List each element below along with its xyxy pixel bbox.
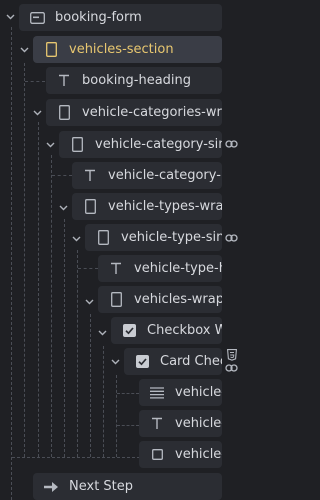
tree-node-vehicle-categories-wrapper[interactable]: vehicle-categories-wrapper (46, 99, 222, 126)
symbol-link-icon (224, 362, 238, 374)
tree-node-vehicles-section[interactable]: vehicles-section (33, 36, 222, 63)
tree-guide-line (12, 457, 140, 458)
tree-guide-line (25, 81, 45, 82)
node-label: booking-form (55, 10, 142, 25)
node-label: vehicle-category-headi (108, 168, 222, 183)
tree-node-vehicle-category-heading[interactable]: vehicle-category-headi (72, 162, 222, 189)
checkbox-icon (121, 323, 137, 339)
tree-node-vehicle-type-heading[interactable]: vehicle-type-headi (98, 255, 222, 282)
node-label: vehicle-category-single-w (95, 137, 222, 152)
tree-node-vehicle-title[interactable]: vehicle-title (139, 410, 222, 437)
div-block-icon (149, 447, 165, 463)
tree-guide-line (116, 375, 117, 457)
tree-guide-line (38, 122, 39, 457)
expand-caret-icon[interactable] (85, 299, 94, 307)
expand-caret-icon[interactable] (20, 47, 29, 55)
navigator-tree: booking-form vehicles-section booking-he… (0, 0, 242, 500)
form-icon (29, 10, 45, 26)
tree-node-vehicle-category-single[interactable]: vehicle-category-single-w (59, 131, 222, 158)
tree-guide-line (117, 393, 139, 394)
tree-guide-line (78, 268, 98, 269)
text-icon (108, 261, 124, 277)
tree-node-booking-form[interactable]: booking-form (19, 4, 222, 31)
text-icon (56, 73, 72, 89)
text-icon (149, 416, 165, 432)
tree-guide-line (11, 27, 12, 500)
div-block-icon (95, 230, 111, 246)
expand-caret-icon[interactable] (33, 110, 42, 118)
tree-guide-line (51, 155, 52, 457)
expand-caret-icon[interactable] (46, 142, 55, 150)
node-label: booking-heading (82, 73, 192, 88)
tree-guide-line (77, 250, 78, 457)
node-label: vehicle-title (175, 416, 222, 431)
node-label: vehicle-boo (175, 447, 222, 462)
div-block-icon (56, 105, 72, 121)
expand-caret-icon[interactable] (59, 205, 68, 213)
tree-guide-line (24, 63, 25, 457)
tree-guide-line (52, 175, 72, 176)
node-label: vehicle-types-wrapper (108, 199, 222, 214)
node-label: Next Step (69, 479, 134, 494)
tree-guide-line (103, 346, 104, 457)
html5-icon (226, 349, 238, 361)
arrow-right-icon (43, 479, 59, 495)
node-label: vehicles-section (69, 42, 174, 57)
tree-node-vehicles-wrapper[interactable]: vehicles-wrapper (98, 286, 222, 313)
checkbox-icon (134, 354, 150, 370)
symbol-link-icon (224, 231, 238, 245)
node-label: vehicle-categories-wrapper (82, 105, 222, 120)
tree-node-vehicle-type-single[interactable]: vehicle-type-single-w (85, 224, 222, 251)
tree-node-card-checkbox[interactable]: Card Checkbo (124, 348, 222, 375)
node-label: Card Checkbo (160, 354, 222, 369)
expand-caret-icon[interactable] (111, 359, 120, 367)
node-label: vehicles-wrapper (134, 292, 222, 307)
label-icon (149, 385, 165, 401)
node-label: vehicle-labe (175, 385, 222, 400)
symbol-link-icon (224, 137, 238, 151)
expand-caret-icon[interactable] (72, 236, 81, 244)
tree-node-checkbox-wrapper[interactable]: Checkbox Wrapp (111, 317, 222, 344)
expand-caret-icon[interactable] (6, 14, 15, 22)
node-label: vehicle-type-headi (134, 261, 222, 276)
tree-node-vehicle-label[interactable]: vehicle-labe (139, 379, 222, 406)
expand-caret-icon[interactable] (98, 330, 107, 338)
tree-node-vehicle-types-wrapper[interactable]: vehicle-types-wrapper (72, 193, 222, 220)
tree-node-booking-heading[interactable]: booking-heading (46, 67, 222, 94)
node-label: vehicle-type-single-w (121, 230, 222, 245)
div-block-icon (82, 199, 98, 215)
div-block-icon (69, 137, 85, 153)
div-block-icon (108, 292, 124, 308)
node-label: Checkbox Wrapp (147, 323, 222, 338)
tree-guide-line (64, 219, 65, 457)
tree-node-next-step[interactable]: Next Step (33, 473, 222, 500)
tree-guide-line (117, 425, 139, 426)
text-icon (82, 168, 98, 184)
tree-guide-line (90, 314, 91, 457)
tree-node-vehicle-body[interactable]: vehicle-boo (139, 441, 222, 468)
div-block-icon (43, 42, 59, 58)
